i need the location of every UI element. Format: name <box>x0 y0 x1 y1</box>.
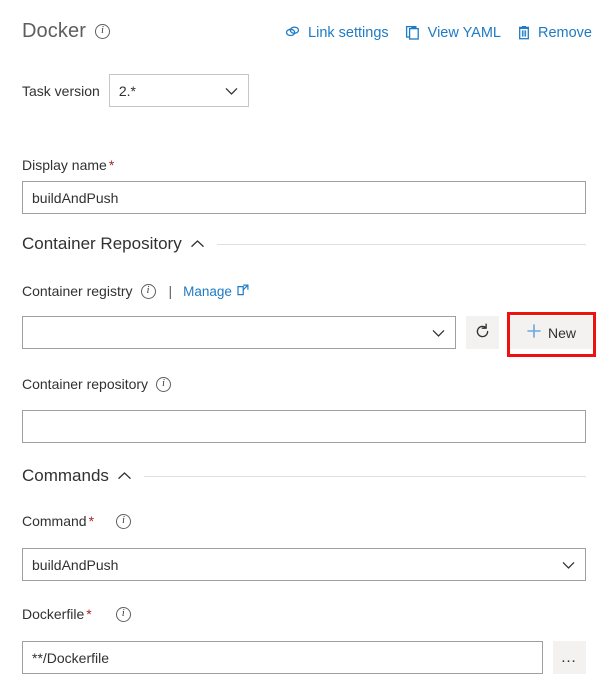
dockerfile-label-row: Dockerfile * <box>22 606 131 622</box>
section-header-commands[interactable]: Commands <box>22 466 586 486</box>
section-title: Commands <box>22 466 109 485</box>
required-asterisk: * <box>108 157 115 173</box>
chevron-down-icon <box>562 557 575 573</box>
section-divider <box>216 243 586 245</box>
new-registry-label: New <box>547 324 576 341</box>
page-title: Docker <box>22 19 86 42</box>
command-value: buildAndPush <box>32 556 119 573</box>
task-title-group: Docker <box>22 20 110 43</box>
clipboard-icon <box>405 24 421 41</box>
plus-icon <box>526 323 542 342</box>
display-name-label-row: Display name * <box>22 157 114 173</box>
task-version-row: Task version 2.* <box>22 74 249 107</box>
remove-label: Remove <box>538 24 592 41</box>
display-name-value: buildAndPush <box>32 189 119 206</box>
dockerfile-input[interactable]: **/Dockerfile <box>22 641 543 674</box>
chevron-down-icon <box>225 83 238 99</box>
display-name-input[interactable]: buildAndPush <box>22 181 586 214</box>
info-icon[interactable] <box>116 513 132 529</box>
container-registry-label-row: Container registry | Manage <box>22 283 249 299</box>
section-divider <box>143 475 586 477</box>
section-title: Container Repository <box>22 234 182 253</box>
new-registry-button[interactable]: New <box>510 316 592 349</box>
command-label-row: Command * <box>22 513 132 529</box>
remove-button[interactable]: Remove <box>509 21 600 44</box>
command-label: Command * <box>22 513 95 529</box>
header-actions: Link settings View YAML Remove <box>276 21 600 44</box>
container-repository-label: Container repository <box>22 376 149 392</box>
link-settings-label: Link settings <box>308 24 389 41</box>
refresh-icon <box>473 322 492 344</box>
chevron-up-icon <box>190 239 205 249</box>
dockerfile-label: Dockerfile * <box>22 606 92 622</box>
command-dropdown[interactable]: buildAndPush <box>22 548 586 581</box>
display-name-label: Display name * <box>22 157 115 173</box>
link-icon <box>284 25 301 41</box>
info-icon[interactable] <box>115 606 131 622</box>
chevron-up-icon <box>117 471 132 481</box>
view-yaml-button[interactable]: View YAML <box>397 21 509 44</box>
dockerfile-value: **/Dockerfile <box>32 649 110 666</box>
ellipsis-icon: … <box>560 648 579 666</box>
info-icon[interactable] <box>156 376 172 392</box>
required-asterisk: * <box>88 513 95 529</box>
container-registry-label: Container registry <box>22 283 133 299</box>
required-asterisk: * <box>86 606 92 622</box>
dockerfile-browse-button[interactable]: … <box>553 641 586 674</box>
refresh-button[interactable] <box>466 316 499 349</box>
manage-link-label: Manage <box>183 283 232 299</box>
label-separator: | <box>168 283 173 299</box>
manage-link[interactable]: Manage <box>183 284 249 299</box>
task-version-value: 2.* <box>118 82 136 99</box>
section-header-container-repository[interactable]: Container Repository <box>22 234 586 254</box>
container-repository-input[interactable] <box>22 410 586 443</box>
task-version-label: Task version <box>22 82 100 99</box>
container-registry-dropdown[interactable] <box>22 316 456 349</box>
chevron-down-icon <box>432 325 445 341</box>
view-yaml-label: View YAML <box>427 24 501 41</box>
info-icon[interactable] <box>140 283 156 299</box>
info-icon[interactable] <box>94 23 110 39</box>
link-settings-button[interactable]: Link settings <box>276 22 397 44</box>
task-version-select[interactable]: 2.* <box>108 74 249 107</box>
task-header: Docker Link settings View YAML <box>0 0 608 62</box>
container-repository-label-row: Container repository <box>22 376 172 392</box>
external-link-icon <box>237 284 249 299</box>
trash-icon <box>517 24 531 41</box>
